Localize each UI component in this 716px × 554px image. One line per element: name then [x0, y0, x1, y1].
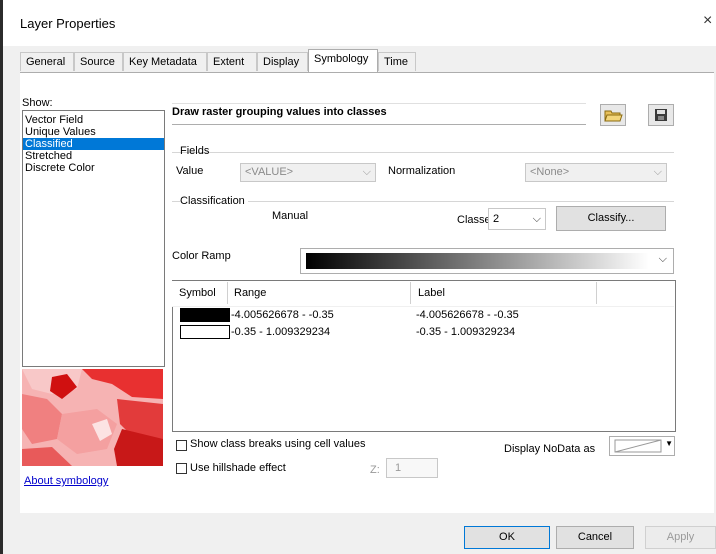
table-cell-label[interactable]: -4.005626678 - -0.35 [416, 309, 519, 321]
z-label: Z: [370, 464, 380, 476]
tab-source[interactable]: Source [74, 52, 123, 71]
no-color-swatch-icon [614, 439, 662, 453]
table-cell-range[interactable]: -4.005626678 - -0.35 [231, 309, 334, 321]
z-factor-input[interactable]: 1 [386, 458, 438, 478]
nodata-color-picker[interactable]: ▼ [609, 436, 675, 456]
tab-extent[interactable]: Extent [207, 52, 257, 71]
class-symbol-swatch[interactable] [180, 308, 230, 322]
cancel-button[interactable]: Cancel [556, 526, 634, 549]
list-item-stretched[interactable]: Stretched [23, 150, 164, 162]
close-icon[interactable]: × [703, 12, 712, 30]
list-item-discrete-color[interactable]: Discrete Color [23, 162, 164, 174]
nodata-label: Display NoData as [504, 443, 596, 455]
hillshade-label: Use hillshade effect [190, 462, 286, 474]
dialog-title: Layer Properties [20, 16, 116, 31]
header-label[interactable]: Label [418, 287, 445, 299]
classes-selected: 2 [493, 213, 500, 225]
color-ramp-label: Color Ramp [172, 250, 231, 262]
tab-symbology[interactable]: Symbology [308, 49, 378, 72]
save-layer-file-button[interactable] [648, 104, 674, 126]
table-cell-range[interactable]: -0.35 - 1.009329234 [231, 326, 330, 338]
chevron-down-icon: ⌵ [658, 253, 667, 265]
list-item-vector-field[interactable]: Vector Field [23, 114, 164, 126]
header-symbol[interactable]: Symbol [179, 287, 216, 299]
classification-method: Manual [272, 210, 309, 222]
tab-key-metadata[interactable]: Key Metadata [123, 52, 207, 71]
renderer-description: Draw raster grouping values into classes [172, 103, 586, 125]
normalization-label: Normalization [388, 165, 456, 177]
column-divider [410, 282, 411, 304]
classes-dropdown[interactable]: 2 ⌵ [488, 208, 546, 230]
classification-group-label: Classification [180, 195, 248, 207]
renderer-list[interactable]: Vector Field Unique Values Classified St… [22, 110, 165, 367]
tab-general[interactable]: General [20, 52, 74, 71]
hillshade-checkbox[interactable] [176, 463, 187, 474]
class-symbol-swatch[interactable] [180, 325, 230, 339]
classify-button[interactable]: Classify... [556, 206, 666, 231]
normalization-selected: <None> [530, 166, 570, 178]
tab-display[interactable]: Display [257, 52, 308, 71]
value-label: Value [176, 165, 204, 177]
about-symbology-link[interactable]: About symbology [24, 475, 108, 487]
folder-open-icon [604, 110, 623, 122]
dropdown-arrow-icon: ▼ [665, 439, 673, 448]
apply-button[interactable]: Apply [645, 526, 716, 549]
color-ramp-swatch [306, 253, 649, 269]
list-item-classified[interactable]: Classified [23, 138, 164, 150]
column-divider [596, 282, 597, 304]
value-field-dropdown[interactable]: <VALUE> ⌵ [240, 163, 376, 182]
fields-group-label: Fields [180, 145, 210, 157]
table-cell-label[interactable]: -0.35 - 1.009329234 [416, 326, 515, 338]
show-label: Show: [22, 97, 53, 109]
color-ramp-dropdown[interactable]: ⌵ [300, 248, 674, 274]
tab-time[interactable]: Time [378, 52, 416, 71]
window-edge [0, 0, 3, 554]
class-breaks-checkbox[interactable] [176, 440, 187, 451]
open-layer-file-button[interactable] [600, 104, 626, 126]
chevron-down-icon: ⌵ [362, 166, 371, 178]
ok-button[interactable]: OK [464, 526, 550, 549]
list-item-unique-values[interactable]: Unique Values [23, 126, 164, 138]
save-icon [655, 109, 667, 121]
class-breaks-label: Show class breaks using cell values [190, 438, 366, 450]
value-field-selected: <VALUE> [245, 166, 294, 178]
header-range[interactable]: Range [234, 287, 266, 299]
column-divider [227, 282, 228, 304]
normalization-dropdown[interactable]: <None> ⌵ [525, 163, 667, 182]
chevron-down-icon: ⌵ [653, 166, 662, 178]
chevron-down-icon: ⌵ [532, 213, 541, 225]
renderer-preview-image [22, 369, 163, 466]
